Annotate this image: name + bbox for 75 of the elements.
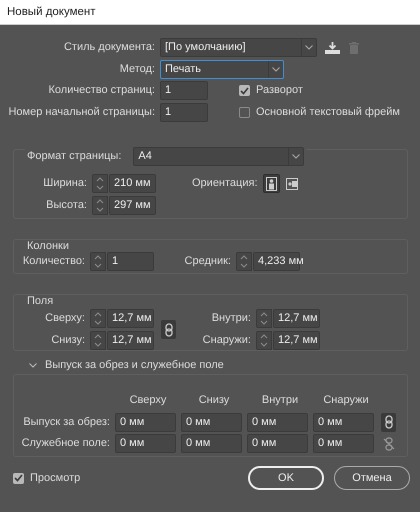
field-label: Номер начальной страницы: — [7, 106, 156, 119]
stepper-button[interactable] — [236, 252, 252, 272]
field-label: Метод: — [118, 62, 156, 76]
input-field[interactable]: 0 мм — [181, 412, 242, 432]
dropdown[interactable]: Печать — [160, 60, 284, 79]
stepper-button[interactable] — [90, 330, 106, 350]
column-header: Внутри — [260, 394, 300, 408]
field-label: Служебное поле: — [20, 437, 111, 451]
checkbox[interactable] — [239, 85, 250, 96]
checkbox[interactable] — [239, 106, 250, 118]
input-field[interactable]: 1 — [160, 102, 208, 122]
caret-icon — [272, 66, 280, 72]
stepper-button[interactable] — [92, 174, 108, 194]
input-field[interactable]: 12,7 мм — [107, 330, 154, 350]
input-field[interactable]: 297 мм — [109, 196, 156, 215]
input-field[interactable]: 0 мм — [247, 412, 308, 432]
stepper-icon[interactable] — [240, 254, 248, 270]
field-label: Средник: — [184, 255, 232, 269]
trash-icon — [349, 42, 359, 54]
field-label: Количество страниц: — [48, 84, 156, 98]
checkbox[interactable] — [13, 472, 24, 484]
cancel-button[interactable]: Отмена — [334, 466, 410, 490]
stepper-button[interactable] — [256, 330, 272, 350]
stepper-icon[interactable] — [94, 254, 102, 270]
input-field[interactable]: 1 — [160, 81, 208, 100]
stepper-button[interactable] — [90, 252, 106, 272]
column-header: Сверху — [128, 394, 168, 408]
checkbox-label: Основной текстовый фрейм — [256, 106, 400, 119]
save-preset-icon[interactable] — [325, 42, 340, 54]
input-field[interactable]: 0 мм — [181, 434, 242, 454]
stepper-button[interactable] — [256, 309, 272, 328]
input-field[interactable]: 12,7 мм — [273, 330, 320, 350]
link-icon[interactable] — [381, 412, 396, 432]
stepper-icon[interactable] — [260, 311, 268, 326]
checkbox-label: Разворот — [256, 84, 303, 98]
input-field[interactable]: 0 мм — [115, 434, 176, 454]
input-field[interactable]: 0 мм — [313, 434, 374, 454]
link-icon[interactable] — [161, 320, 176, 340]
checkbox-label: Просмотр — [30, 472, 80, 485]
field-label: Выпуск за обрез: — [22, 416, 111, 430]
caret-icon — [292, 154, 300, 160]
field-label: Ориентация: — [192, 177, 259, 190]
stepper-button[interactable] — [92, 196, 108, 215]
field-label: Снаружи: — [202, 334, 252, 348]
field-label: Ширина: — [42, 177, 88, 190]
input-field[interactable]: 12,7 мм — [107, 309, 154, 328]
field-label: Стиль документа: — [62, 41, 156, 54]
stepper-button[interactable] — [90, 309, 106, 328]
stepper-icon[interactable] — [94, 311, 102, 326]
stepper-icon[interactable] — [96, 198, 104, 213]
input-field[interactable]: 1 — [107, 252, 154, 272]
field-label: Формат страницы: — [27, 150, 122, 164]
caret-icon — [305, 45, 313, 50]
input-field[interactable]: 210 мм — [109, 174, 156, 194]
stepper-icon[interactable] — [260, 332, 268, 348]
field-label: Снизу: — [50, 334, 86, 348]
column-header: Снизу — [198, 394, 230, 408]
dropdown[interactable]: A4 — [133, 147, 304, 166]
column-header: Снаружи — [322, 394, 370, 408]
field-label: Высота: — [45, 198, 88, 212]
section-title: Выпуск за обрез и служебное поле — [45, 359, 224, 372]
input-field[interactable]: 12,7 мм — [273, 309, 320, 328]
field-label: Внутри: — [210, 312, 252, 326]
input-field[interactable]: 0 мм — [313, 412, 374, 432]
stepper-icon[interactable] — [94, 332, 102, 348]
portrait-icon[interactable] — [262, 174, 280, 194]
stepper-icon[interactable] — [96, 176, 104, 192]
field-label: Сверху: — [44, 312, 86, 326]
field-label: Количество: — [22, 255, 86, 269]
dropdown[interactable]: [По умолчанию] — [160, 38, 317, 58]
window-title: Новый документ — [0, 0, 420, 25]
disclosure-caret-icon[interactable] — [29, 363, 37, 368]
input-field[interactable]: 0 мм — [115, 412, 176, 432]
input-field[interactable]: 0 мм — [247, 434, 308, 454]
ok-button[interactable]: OK — [248, 466, 324, 490]
